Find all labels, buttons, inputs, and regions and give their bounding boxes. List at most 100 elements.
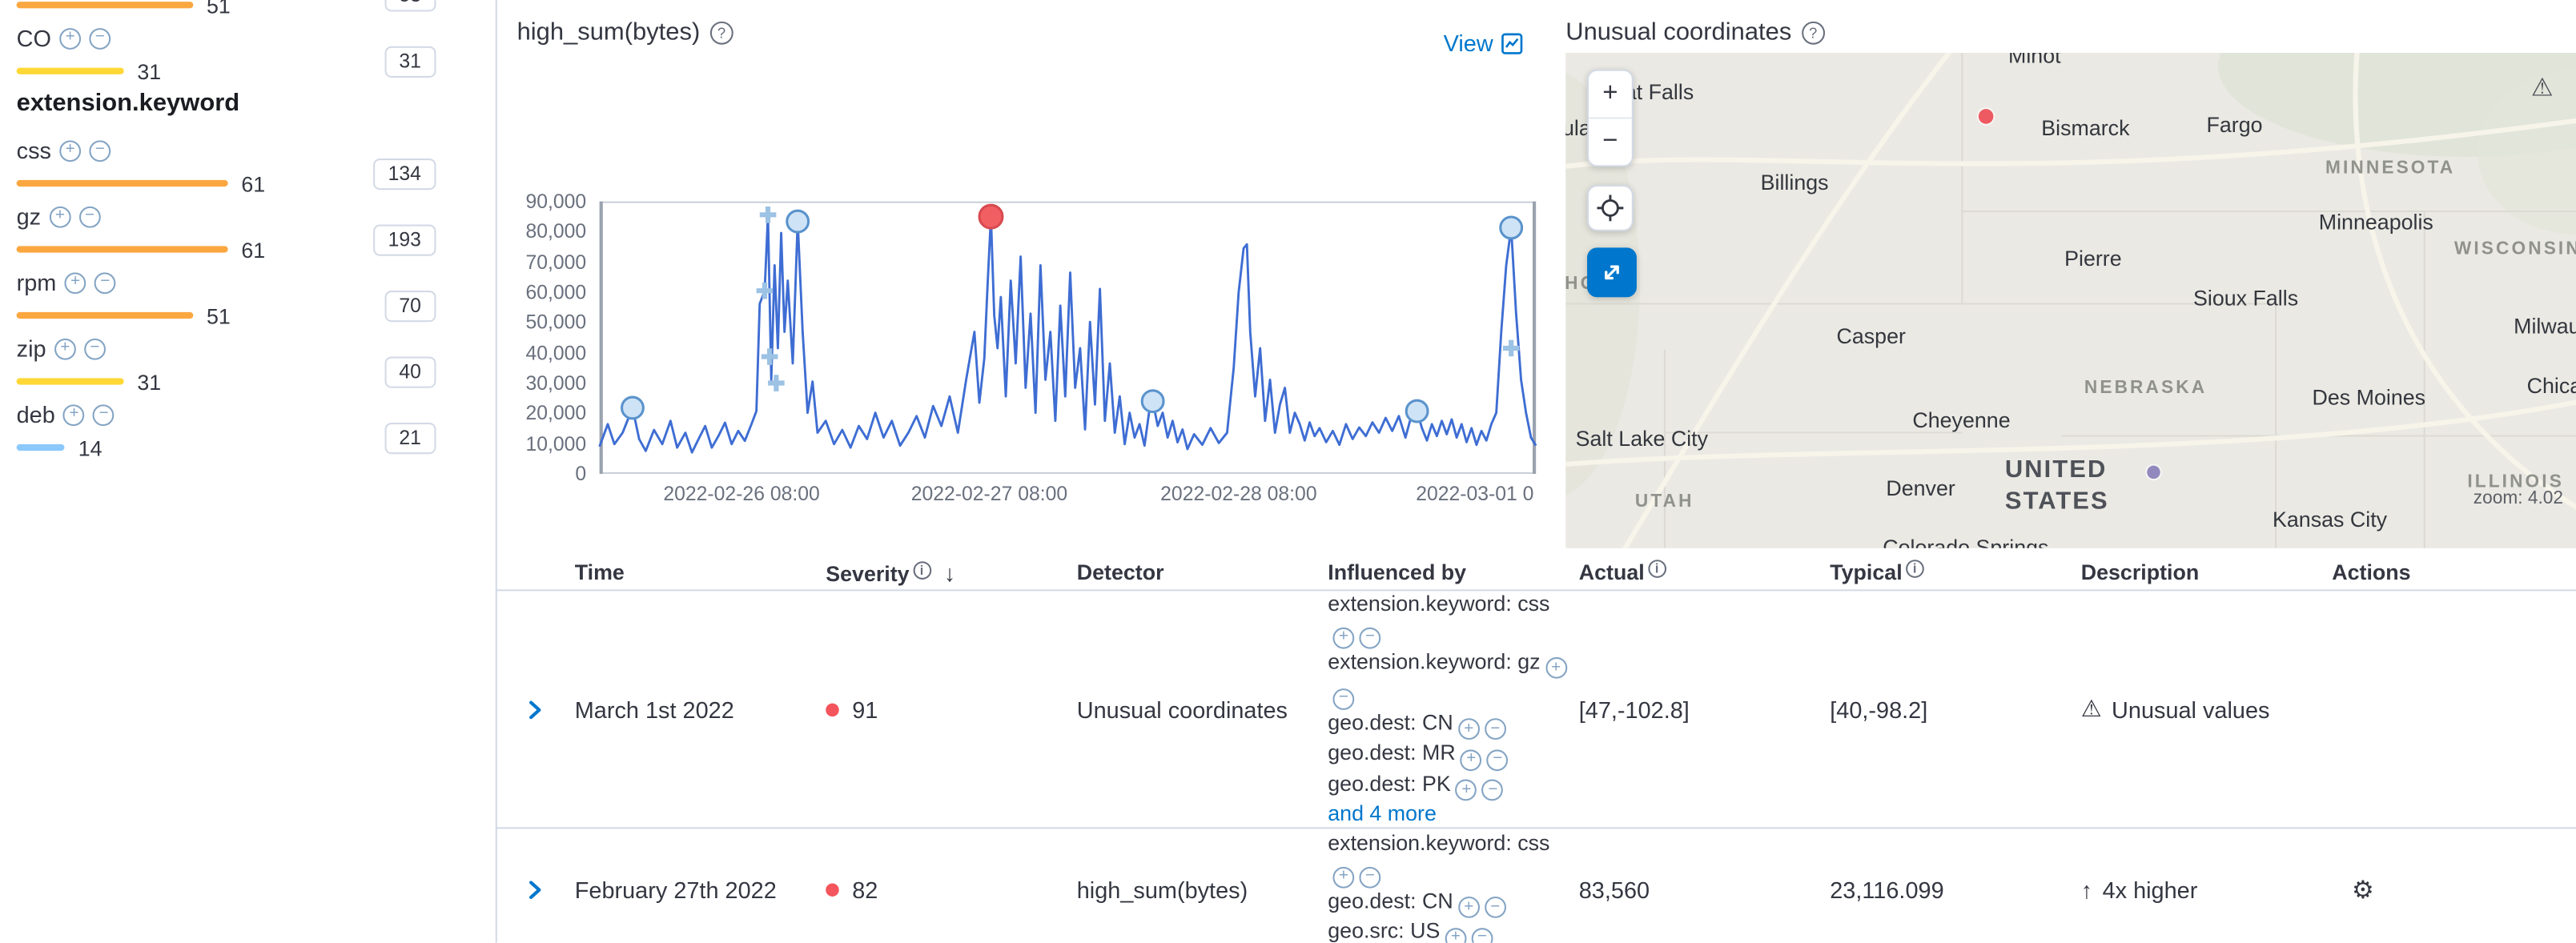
multibucket-marker[interactable]	[762, 348, 778, 365]
remove-filter-icon[interactable]: −	[1332, 688, 1354, 709]
row-actions-gear-button[interactable]: ⚙	[2332, 875, 2373, 905]
remove-filter-icon[interactable]: −	[1485, 897, 1506, 918]
info-icon[interactable]: i	[1906, 560, 1924, 578]
multibucket-marker[interactable]	[1503, 340, 1520, 357]
add-filter-icon[interactable]: +	[1445, 928, 1467, 943]
warning-icon: ⚠	[2081, 695, 2102, 723]
remove-filter-icon[interactable]: −	[93, 403, 115, 425]
remove-filter-icon[interactable]: −	[1359, 627, 1380, 648]
influencer-item-css[interactable]: css + − 61 134	[17, 135, 496, 202]
map-warning-icon[interactable]: ⚠	[2531, 73, 2554, 102]
col-header-actual[interactable]: Actuali	[1579, 560, 1831, 584]
remove-filter-icon[interactable]: −	[1472, 928, 1493, 943]
add-filter-icon[interactable]: +	[1461, 748, 1482, 770]
severity-dot	[826, 883, 839, 897]
add-filter-icon[interactable]: +	[1456, 780, 1477, 801]
map-label-city: Colorado Springs	[1883, 535, 2048, 548]
info-icon[interactable]: i	[1648, 560, 1666, 578]
max-anomaly-score: 61	[241, 171, 265, 195]
anomaly-marker-warning[interactable]	[622, 397, 644, 419]
influencer-item-rpm[interactable]: rpm + − 51 70	[17, 267, 496, 334]
influencer: extension.keyword: css+−	[1328, 831, 1575, 888]
add-filter-icon[interactable]: +	[63, 403, 85, 425]
y-axis-tick: 10,000	[500, 432, 586, 455]
anomaly-chart[interactable]	[600, 202, 1536, 474]
add-filter-icon[interactable]: +	[65, 271, 86, 293]
help-icon[interactable]: ?	[1802, 21, 1825, 44]
multibucket-marker[interactable]	[760, 207, 777, 223]
map-canvas[interactable]: MinotGreat FallsMissoulaBismarckFargoBil…	[1565, 53, 2576, 548]
actions-cell: ⚙	[2332, 875, 2576, 905]
add-filter-icon[interactable]: +	[59, 139, 81, 161]
remove-filter-icon[interactable]: −	[79, 206, 101, 227]
add-filter-icon[interactable]: +	[1332, 866, 1354, 888]
remove-filter-icon[interactable]: −	[1359, 866, 1380, 888]
anomaly-marker-warning[interactable]	[787, 211, 809, 232]
influencer: geo.dest: CN+−	[1328, 709, 1575, 740]
add-filter-icon[interactable]: +	[1545, 657, 1567, 679]
description-cell: ↑ 4x higher	[2081, 877, 2333, 903]
map-marker-typical[interactable]	[2147, 466, 2160, 480]
arrow-up-icon: ↑	[2081, 877, 2092, 903]
and-more-link[interactable]: and 4 more	[1328, 801, 1562, 827]
map-zoom-controls: + −	[1587, 70, 1634, 167]
max-anomaly-score: 31	[137, 58, 161, 83]
map-label-state: NEBRASKA	[2084, 378, 2207, 398]
add-filter-icon[interactable]: +	[59, 27, 81, 49]
y-axis-tick: 60,000	[500, 281, 586, 304]
influencer-name: CO	[17, 25, 51, 51]
zoom-out-button[interactable]: −	[1589, 119, 1632, 166]
influencer-item-gz[interactable]: gz + − 61 193	[17, 202, 496, 268]
col-header-typical[interactable]: Typicali	[1830, 560, 2081, 584]
col-header-time[interactable]: Time	[575, 560, 826, 584]
remove-filter-icon[interactable]: −	[1487, 748, 1509, 770]
view-link[interactable]: View	[1444, 30, 1523, 56]
x-axis-tick: 2022-02-27 08:00	[911, 482, 1067, 505]
map-label-city: Casper	[1837, 323, 1906, 348]
zoom-in-button[interactable]: +	[1589, 71, 1632, 118]
col-header-description[interactable]: Description	[2081, 560, 2333, 584]
info-icon[interactable]: i	[913, 560, 931, 579]
map-label-city: Des Moines	[2313, 385, 2426, 410]
remove-filter-icon[interactable]: −	[94, 271, 116, 293]
remove-filter-icon[interactable]: −	[89, 139, 111, 161]
remove-filter-icon[interactable]: −	[1482, 780, 1504, 801]
map-marker-actual[interactable]	[1979, 109, 1994, 124]
influencer: geo.dest: MR+−	[1328, 740, 1575, 770]
add-filter-icon[interactable]: +	[1458, 718, 1480, 740]
y-axis-tick: 80,000	[500, 219, 586, 243]
remove-filter-icon[interactable]: −	[1485, 718, 1506, 740]
map-title-text: Unusual coordinates	[1565, 18, 1791, 46]
anomaly-marker-critical[interactable]	[979, 205, 1003, 228]
expand-row-button[interactable]	[522, 696, 549, 722]
influencer-name: deb	[17, 401, 55, 427]
max-anomaly-score: 31	[137, 369, 161, 394]
severity-bar	[17, 378, 124, 384]
geolocate-button[interactable]	[1587, 185, 1634, 231]
map-label-city: Sioux Falls	[2193, 286, 2298, 311]
anomaly-marker-warning[interactable]	[1142, 391, 1163, 412]
anomaly-count-badge: 31	[384, 46, 436, 78]
add-filter-icon[interactable]: +	[54, 338, 76, 359]
x-axis-tick: 2022-03-01 0	[1416, 482, 1533, 505]
col-header-detector[interactable]: Detector	[1077, 560, 1328, 584]
expand-button[interactable]	[1587, 247, 1637, 297]
influencer-item-CO[interactable]: CO + − 31 31	[17, 23, 496, 90]
col-header-severity[interactable]: Severityi↓	[826, 559, 1077, 585]
col-header-influenced-by[interactable]: Influenced by	[1328, 560, 1579, 584]
help-icon[interactable]: ?	[710, 21, 733, 44]
anomaly-marker-warning[interactable]	[1501, 217, 1522, 239]
expand-row-button[interactable]	[522, 877, 549, 903]
add-filter-icon[interactable]: +	[1332, 627, 1354, 648]
add-filter-icon[interactable]: +	[49, 206, 70, 227]
add-filter-icon[interactable]: +	[1458, 897, 1480, 918]
table-header: Time Severityi↓ Detector Influenced by A…	[496, 555, 2576, 591]
influencer-item-zip[interactable]: zip + − 31 40	[17, 334, 496, 400]
anomaly-marker-warning[interactable]	[1406, 400, 1428, 422]
influencer-item-deb[interactable]: deb + − 14 21	[17, 399, 496, 466]
severity-bar	[17, 444, 66, 451]
remove-filter-icon[interactable]: −	[84, 338, 106, 359]
influenced-by-cell: extension.keyword: css+− geo.dest: CN+− …	[1328, 831, 1579, 943]
remove-filter-icon[interactable]: −	[89, 27, 111, 49]
influencer-item-partial[interactable]: 51 53	[17, 0, 496, 23]
